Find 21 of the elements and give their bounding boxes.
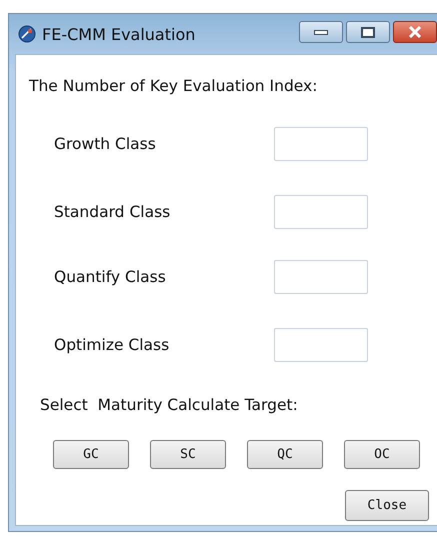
close-icon (408, 26, 422, 38)
input-field[interactable] (274, 328, 368, 362)
field-label: Optimize Class (54, 336, 170, 354)
input-field[interactable] (274, 260, 368, 294)
section-label: Select Maturity Calculate Target: (40, 396, 299, 414)
field-label: Standard Class (54, 203, 172, 221)
target-button[interactable]: GC (53, 440, 129, 469)
input-field[interactable] (274, 195, 368, 229)
target-button[interactable]: SC (150, 440, 226, 469)
input-field[interactable] (274, 127, 368, 161)
target-button[interactable]: OC (344, 440, 420, 469)
section-heading: The Number of Key Evaluation Index: (29, 77, 318, 95)
field-label: Growth Class (54, 135, 157, 153)
minimize-button[interactable] (299, 21, 343, 43)
field-label: Quantify Class (54, 268, 167, 286)
close-dialog-button[interactable]: Close (345, 490, 429, 521)
close-button[interactable] (393, 21, 437, 43)
globe-icon (18, 25, 36, 43)
target-button[interactable]: QC (247, 440, 323, 469)
maximize-button[interactable] (346, 21, 390, 43)
window-title: FE-CMM Evaluation (42, 24, 196, 44)
